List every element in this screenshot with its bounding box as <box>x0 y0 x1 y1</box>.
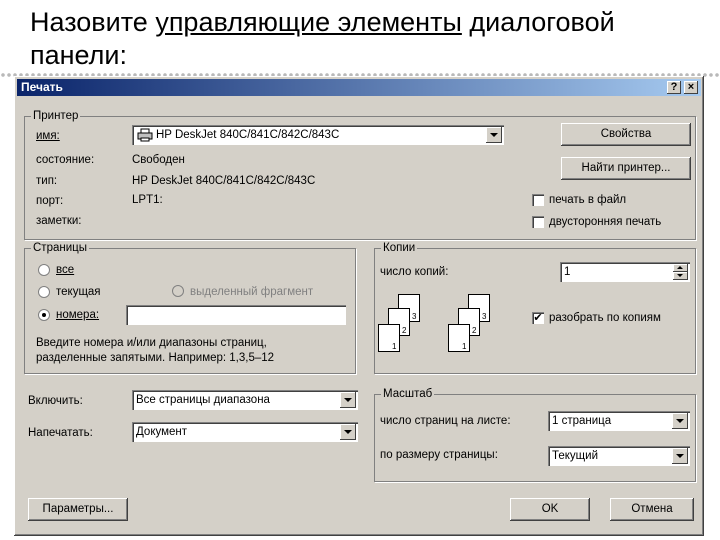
pages-group-label: Страницы <box>31 241 89 255</box>
properties-button[interactable]: Свойства <box>561 123 691 146</box>
pages-all-radio[interactable] <box>38 264 50 276</box>
preview-page-number: 3 <box>412 312 417 321</box>
chevron-down-icon[interactable] <box>340 392 356 408</box>
fit-to-label: по размеру страницы: <box>380 449 498 461</box>
pages-per-sheet-value: 1 страница <box>552 415 612 427</box>
pages-current-label[interactable]: текущая <box>56 285 101 299</box>
chevron-down-icon[interactable] <box>672 413 688 429</box>
scale-group: Масштаб <box>374 387 696 482</box>
duplex-checkbox[interactable] <box>532 216 544 228</box>
copies-count-input[interactable]: 1 <box>560 262 690 282</box>
preview-page-number: 1 <box>462 342 467 351</box>
include-label: Включить: <box>28 395 83 407</box>
print-dialog: Печать ? × Принтер имя: HP DeskJet 840C/… <box>14 76 704 536</box>
scale-group-label: Масштаб <box>381 387 435 401</box>
spin-up-icon[interactable] <box>673 264 688 272</box>
chevron-down-icon[interactable] <box>340 424 356 440</box>
pages-selection-label[interactable]: выделенный фрагмент <box>190 285 313 299</box>
collate-checkbox[interactable]: ✔ <box>532 312 544 324</box>
printer-name-label: имя: <box>36 130 60 142</box>
close-button[interactable]: × <box>684 81 698 94</box>
printer-name-value: HP DeskJet 840C/841C/842C/843C <box>156 129 340 141</box>
pages-all-label[interactable]: все <box>56 263 74 277</box>
include-combo[interactable]: Все страницы диапазона <box>132 390 358 410</box>
printer-notes-label: заметки: <box>36 215 82 227</box>
collate-preview-2: 3 2 1 <box>448 294 508 362</box>
ok-button[interactable]: OK <box>510 498 590 521</box>
preview-page-number: 2 <box>402 326 407 335</box>
print-what-value: Документ <box>136 426 188 438</box>
pages-hint-line2: разделенные запятыми. Например: 1,3,5–12 <box>36 352 275 364</box>
collate-preview-1: 3 2 1 <box>378 294 438 362</box>
dialog-title: Печать <box>21 80 63 94</box>
pages-current-radio[interactable] <box>38 286 50 298</box>
printer-type-value: HP DeskJet 840C/841C/842C/843C <box>132 175 316 187</box>
printer-group-label: Принтер <box>31 109 81 123</box>
cancel-button[interactable]: Отмена <box>610 498 694 521</box>
fit-to-combo[interactable]: Текущий <box>548 446 690 466</box>
preview-page-number: 2 <box>472 326 477 335</box>
preview-page-number: 3 <box>482 312 487 321</box>
duplex-label[interactable]: двусторонняя печать <box>549 215 661 229</box>
slide-title-part1: Назовите <box>30 7 156 37</box>
fit-to-value: Текущий <box>552 450 598 462</box>
copies-spinner[interactable] <box>673 264 688 280</box>
chevron-down-icon[interactable] <box>672 448 688 464</box>
slide-title: Назовите управляющие элементы диалоговой… <box>30 6 710 72</box>
page-numbers-input[interactable] <box>126 305 346 325</box>
printer-type-label: тип: <box>36 175 58 187</box>
copies-count-label: число копий: <box>380 266 449 278</box>
printer-icon <box>137 128 153 142</box>
pages-numbers-label[interactable]: номера: <box>56 308 99 322</box>
print-to-file-label[interactable]: печать в файл <box>549 193 626 207</box>
print-what-label: Напечатать: <box>28 427 93 439</box>
printer-port-value: LPT1: <box>132 194 163 206</box>
chevron-down-icon[interactable] <box>486 127 502 143</box>
preview-page: 1 <box>378 324 400 352</box>
pages-hint-line1: Введите номера и/или диапазоны страниц, <box>36 337 267 349</box>
pages-numbers-radio[interactable] <box>38 309 50 321</box>
print-to-file-checkbox[interactable] <box>532 194 544 206</box>
printer-status-label: состояние: <box>36 154 95 166</box>
dialog-titlebar: Печать ? × <box>17 79 701 96</box>
help-button[interactable]: ? <box>667 81 681 94</box>
copies-group-label: Копии <box>381 241 418 255</box>
printer-port-label: порт: <box>36 195 64 207</box>
options-button[interactable]: Параметры... <box>28 498 128 521</box>
preview-page-number: 1 <box>392 342 397 351</box>
pages-selection-radio[interactable] <box>172 285 184 297</box>
copies-count-value: 1 <box>564 266 571 278</box>
collate-label[interactable]: разобрать по копиям <box>549 311 661 325</box>
pages-per-sheet-combo[interactable]: 1 страница <box>548 411 690 431</box>
checkmark-icon: ✔ <box>533 312 543 324</box>
spin-down-icon[interactable] <box>673 272 688 280</box>
printer-status-value: Свободен <box>132 154 185 166</box>
find-printer-button[interactable]: Найти принтер... <box>561 157 691 180</box>
printer-name-combo[interactable]: HP DeskJet 840C/841C/842C/843C <box>132 125 504 145</box>
pages-per-sheet-label: число страниц на листе: <box>380 415 511 427</box>
slide-title-underlined: управляющие элементы <box>155 7 462 37</box>
include-value: Все страницы диапазона <box>136 394 270 406</box>
print-what-combo[interactable]: Документ <box>132 422 358 442</box>
preview-page: 1 <box>448 324 470 352</box>
